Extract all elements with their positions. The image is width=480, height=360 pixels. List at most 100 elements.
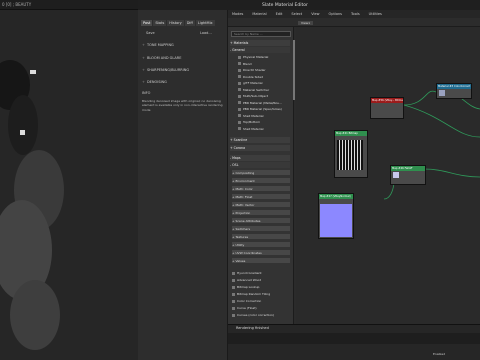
node-wires — [383, 90, 480, 200]
map-list-item[interactable]: Advanced Wood — [230, 277, 290, 283]
item-label: Material Switcher — [243, 87, 270, 92]
section-label: TONE MAPPING — [146, 43, 174, 47]
node-header: Map #46 Falloff — [391, 166, 425, 171]
section-bloom-glare[interactable]: + BLOOM AND GLARE — [142, 54, 224, 62]
material-list-item[interactable]: Shell Material — [230, 113, 290, 119]
section-label: DENOISING — [146, 80, 167, 84]
menu-modes[interactable]: Modes — [232, 10, 243, 18]
menu-select[interactable]: Select — [291, 10, 302, 18]
map-list-item[interactable]: Bitmap Lookup — [230, 284, 290, 290]
group-maps[interactable]: - Maps — [230, 155, 290, 161]
group-scanline[interactable]: + Scanline — [230, 137, 290, 143]
node-vray-bitmap[interactable]: Map #56 (VRay... Bitmap) — [370, 97, 404, 119]
tab-diff[interactable]: Diff — [184, 20, 195, 26]
search-input[interactable]: Search by Name ... — [231, 31, 291, 37]
browser-scrollbar[interactable] — [293, 40, 295, 100]
tab-lightmix[interactable]: LightMix — [195, 20, 215, 26]
group-general[interactable]: - General — [230, 47, 290, 53]
hair-shape — [8, 95, 38, 155]
osl-group[interactable]: + Values — [232, 258, 290, 264]
item-label: Bitmap Lookup — [237, 285, 260, 289]
section-label: SHARPENING/BLURRING — [146, 68, 190, 72]
zoom-enabled: Enabled — [433, 352, 446, 356]
material-list-item[interactable]: Double Sided — [230, 74, 290, 80]
item-label: Curves (color correction) — [237, 313, 275, 317]
tab-post[interactable]: Post — [141, 20, 153, 26]
node-map-bitmap[interactable]: Map #41 Bitmap — [334, 130, 368, 178]
osl-group[interactable]: + Textures — [232, 234, 290, 240]
material-list-item[interactable]: glTF Material — [230, 80, 290, 86]
map-list-item[interactable]: Color Correction — [230, 298, 290, 304]
tab-stats[interactable]: Stats — [153, 20, 167, 26]
section-sharpening[interactable]: + SHARPENING/BLURRING — [142, 66, 224, 74]
section-tone-mapping[interactable]: + TONE MAPPING — [142, 41, 224, 49]
load-button[interactable]: Load... — [200, 31, 212, 35]
map-swatch-icon — [232, 292, 235, 296]
osl-group[interactable]: + Environment — [232, 178, 290, 184]
menu-options[interactable]: Options — [329, 10, 343, 18]
tab-history[interactable]: History — [167, 20, 184, 26]
material-swatch-icon — [238, 81, 241, 85]
timeline[interactable] — [228, 333, 480, 344]
node-header: Map #56 (VRay... Bitmap) — [371, 98, 403, 103]
render-title: 0 [0] ; BEAUTY — [2, 2, 32, 7]
osl-group[interactable]: + Projection — [232, 210, 290, 216]
material-list-item[interactable]: Blend — [230, 61, 290, 67]
tab-view1[interactable]: View1 — [298, 21, 314, 25]
item-label: Hyundi Gradient — [237, 271, 262, 275]
hair-shape — [10, 280, 60, 350]
material-swatch-icon — [238, 75, 241, 78]
group-corona[interactable]: + Corona — [230, 145, 290, 151]
map-list-item[interactable]: Hyundi Gradient — [230, 270, 290, 276]
normal-preview — [320, 204, 352, 237]
material-list-item[interactable]: PBR Material (Metal/Rou... — [230, 100, 290, 106]
menu-tools[interactable]: Tools — [351, 10, 360, 18]
map-swatch-icon — [232, 313, 235, 317]
map-list-item[interactable]: Curves (color correction) — [230, 312, 290, 318]
node-falloff[interactable]: Map #46 Falloff — [390, 165, 426, 185]
osl-group[interactable]: + Utility — [232, 242, 290, 248]
group-osl[interactable]: - OSL — [230, 162, 290, 168]
menu-view[interactable]: View — [311, 10, 319, 18]
item-label: Shell Material — [243, 126, 264, 131]
map-list-item[interactable]: Bitmap Random Tiling — [230, 291, 290, 297]
node-preview — [393, 172, 399, 178]
item-label: Multi/Sub-Object — [243, 94, 268, 98]
group-materials[interactable]: + Materials — [230, 40, 290, 46]
material-list-item[interactable]: DirectX Shader — [230, 67, 290, 73]
osl-group[interactable]: + Scene Attributes — [232, 218, 290, 224]
material-list-item[interactable]: Top/Bottom — [230, 119, 290, 125]
info-heading: INFO — [142, 91, 151, 95]
map-swatch-icon — [232, 278, 235, 282]
osl-group[interactable]: + Compositing — [232, 170, 290, 176]
menu-edit[interactable]: Edit — [276, 10, 283, 18]
hair-clip — [20, 130, 25, 135]
osl-group[interactable]: + Math: Vector — [232, 202, 290, 208]
item-label: Curve (Float) — [237, 306, 257, 310]
osl-group[interactable]: + Math: Float — [232, 194, 290, 200]
material-list-item[interactable]: Shell Material — [230, 126, 290, 132]
info-text: Blending denoised image with original; n… — [142, 99, 223, 112]
osl-group[interactable]: + Switchers — [232, 226, 290, 232]
save-button[interactable]: Save — [146, 31, 155, 35]
section-label: BLOOM AND GLARE — [146, 56, 182, 60]
menu-utilities[interactable]: Utilities — [369, 10, 382, 18]
node-color-correct[interactable]: Material #3 ColorCorrect — [436, 83, 472, 99]
map-list-item[interactable]: Curve (Float) — [230, 305, 290, 311]
expand-icon: + — [142, 43, 145, 47]
node-view[interactable]: Map #56 (VRay... Bitmap) Material #3 Col… — [296, 27, 480, 324]
hair-clip — [30, 70, 36, 74]
osl-group[interactable]: + UVW Coordinates — [232, 250, 290, 256]
osl-group[interactable]: + Math: Color — [232, 186, 290, 192]
material-swatch-icon — [238, 114, 241, 117]
item-label: Physical Material — [243, 55, 269, 59]
expand-icon: + — [142, 56, 145, 60]
material-list-item[interactable]: Material Switcher — [230, 87, 290, 93]
material-list-item[interactable]: Physical Material — [230, 54, 290, 60]
section-denoising[interactable]: + DENOISING — [142, 78, 224, 86]
material-list-item[interactable]: Multi/Sub-Object — [230, 93, 290, 99]
material-list-item[interactable]: PBR Material (Spec/Gloss) — [230, 106, 290, 112]
menu-material[interactable]: Material — [252, 10, 266, 18]
node-vray-normal[interactable]: Map #47 (VRayNormal) — [318, 193, 354, 239]
render-side-panel — [138, 10, 228, 360]
